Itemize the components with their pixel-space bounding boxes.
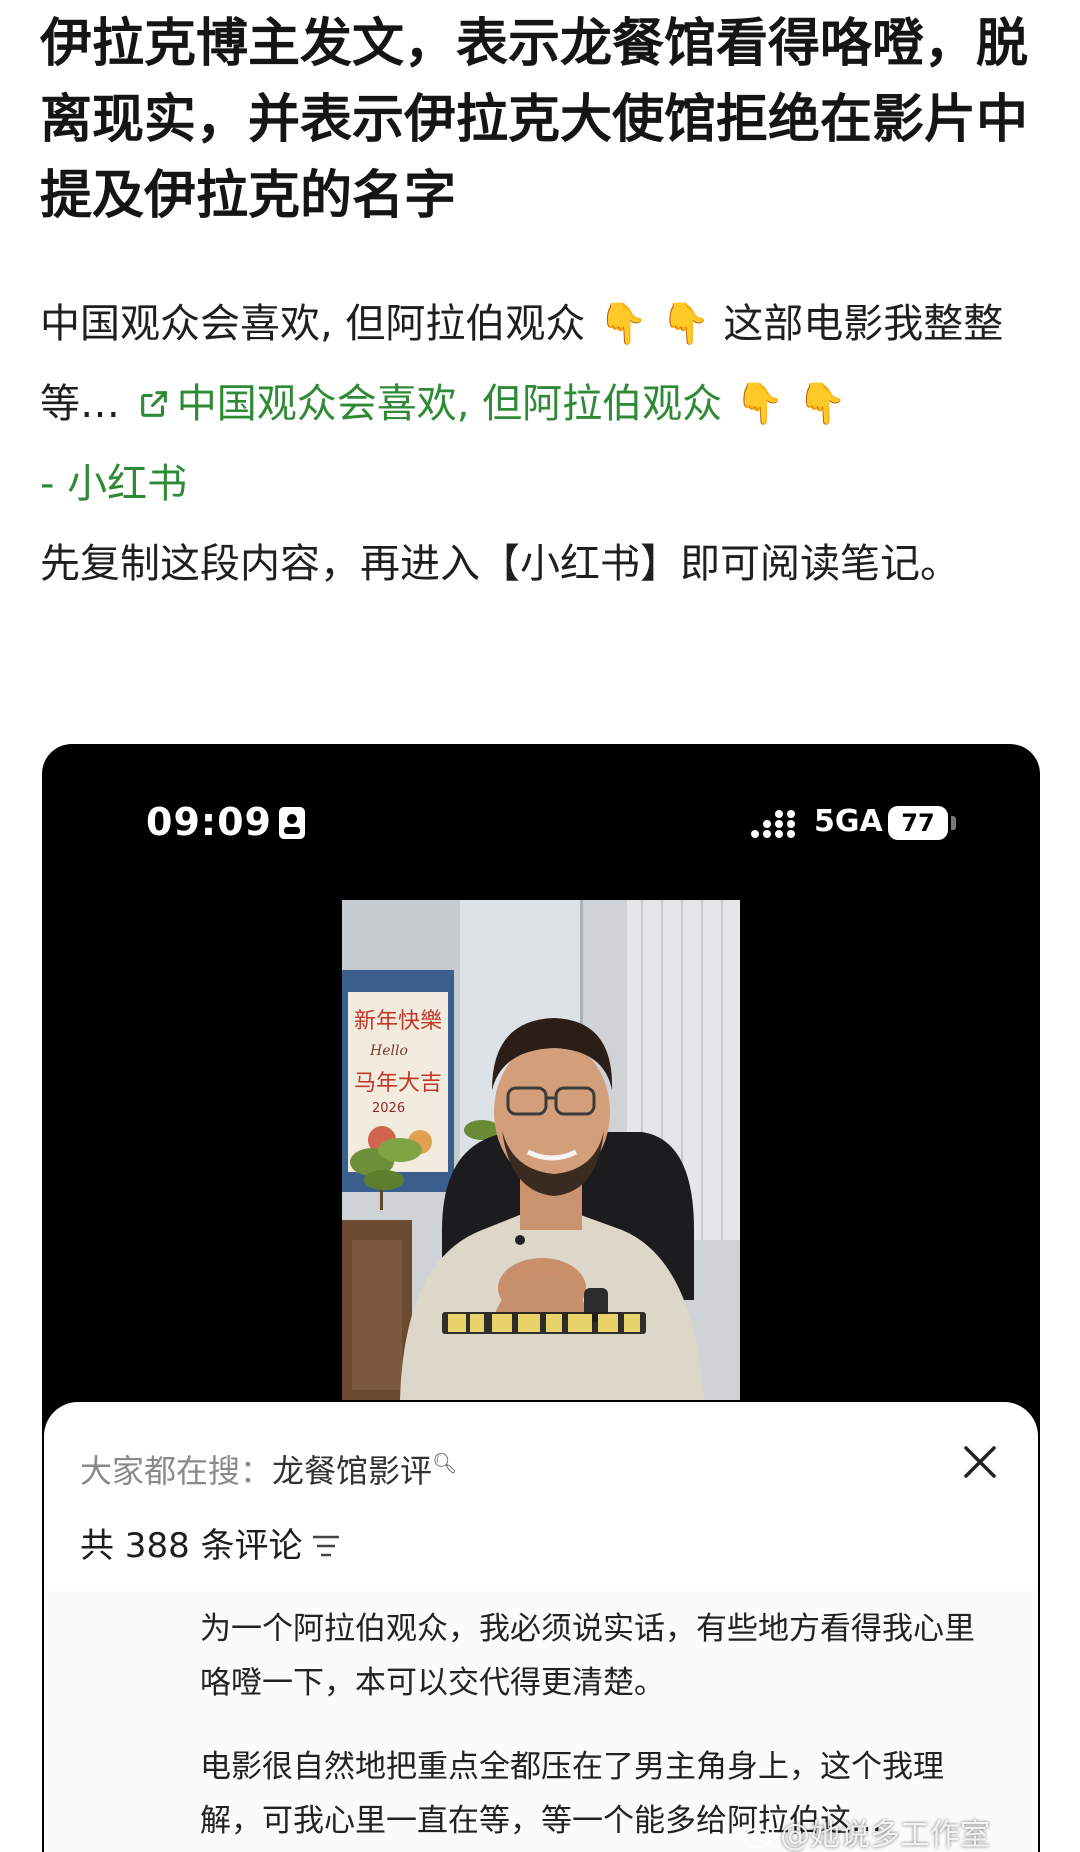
search-icon: 🔍︎ — [432, 1451, 458, 1475]
article-body: 中国观众会喜欢, 但阿拉伯观众 👇 👇 这部电影我整整等… 中国观众会喜欢, 但… — [40, 284, 1040, 604]
weibo-logo-icon — [743, 1824, 774, 1848]
intro-text: 中国观众会喜欢, 但阿拉伯观众 — [40, 301, 586, 347]
comment-count-label: 共 388 条评论 — [80, 1526, 303, 1566]
status-time: 09:09 — [146, 800, 272, 844]
external-link-icon — [140, 391, 167, 417]
link-suffix[interactable]: - 小红书 — [40, 461, 187, 507]
link-text[interactable]: 中国观众会喜欢, 但阿拉伯观众 — [177, 381, 722, 427]
poster-line1: 新年快樂 — [354, 1009, 442, 1034]
search-prefix: 大家都在搜： — [80, 1452, 273, 1490]
battery-tip — [951, 816, 956, 830]
poster-hello: Hello — [369, 1043, 408, 1059]
comments-sheet: 大家都在搜：龙餐馆影评🔍︎ 共 388 条评论 为一个阿拉伯观众，我必须说实话，… — [44, 1402, 1038, 1852]
pointing-down-icon: 👇 — [598, 301, 648, 347]
id-card-icon — [279, 807, 305, 839]
watermark: @她说多工作室 — [742, 1810, 990, 1852]
article-title: 伊拉克博主发文，表示龙餐馆看得咯噔，脱离现实，并表示伊拉克大使馆拒绝在影片中提及… — [40, 14, 1029, 226]
poster-line2: 马年大吉 — [354, 1071, 442, 1096]
comment-count: 共 388 条评论 — [80, 1518, 341, 1567]
close-icon[interactable] — [960, 1442, 1000, 1482]
pointing-down-icon: 👇 — [734, 381, 785, 427]
search-hint[interactable]: 大家都在搜：龙餐馆影评🔍︎ — [80, 1446, 457, 1492]
comment-paragraph: 为一个阿拉伯观众，我必须说实话，有些地方看得我心里咯噔一下，本可以交代得更清楚。 — [200, 1611, 975, 1701]
sort-icon[interactable] — [311, 1533, 341, 1559]
signal-icon — [751, 810, 795, 838]
copy-tip-text: 先复制这段内容，再进入【小红书】即可阅读笔记。 — [40, 541, 960, 587]
pointing-down-icon: 👇 — [797, 381, 848, 427]
video-still: 新年快樂 Hello 马年大吉 2026 — [342, 900, 740, 1400]
pointing-down-icon: 👇 — [660, 301, 711, 347]
watermark-text: @她说多工作室 — [780, 1818, 990, 1852]
poster-year: 2026 — [372, 1101, 405, 1116]
search-keyword[interactable]: 龙餐馆影评 — [272, 1452, 432, 1490]
battery-level: 77 — [888, 806, 948, 840]
network-type: 5GA — [814, 804, 883, 839]
video-frame[interactable]: 新年快樂 Hello 马年大吉 2026 — [342, 900, 740, 1400]
